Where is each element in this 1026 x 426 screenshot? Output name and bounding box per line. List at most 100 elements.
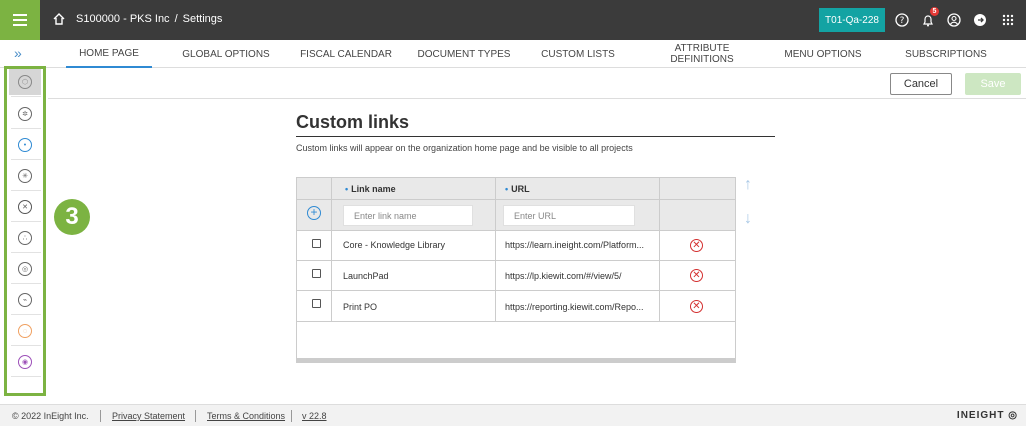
title-divider bbox=[296, 136, 775, 137]
tab-custom-lists[interactable]: CUSTOM LISTS bbox=[532, 40, 624, 68]
row-checkbox[interactable] bbox=[312, 239, 321, 248]
url-cell: https://learn.ineight.com/Platform... bbox=[505, 240, 645, 250]
breadcrumb-org[interactable]: S100000 - PKS Inc bbox=[76, 13, 170, 25]
link-name-cell: LaunchPad bbox=[343, 271, 389, 281]
sidebar-item-10[interactable]: ◉ bbox=[9, 349, 41, 375]
sidebar-item-1[interactable]: ⬡ bbox=[9, 69, 41, 95]
table-row: Print PO https://reporting.kiewit.com/Re… bbox=[297, 291, 735, 322]
top-bar: S100000 - PKS Inc / Settings T01-Qa-228 ? … bbox=[0, 0, 1026, 40]
sidebar-divider bbox=[11, 283, 41, 284]
sidebar-divider bbox=[11, 190, 41, 191]
sidebar-divider bbox=[11, 345, 41, 346]
tab-global-options[interactable]: GLOBAL OPTIONS bbox=[176, 40, 276, 68]
row-checkbox[interactable] bbox=[312, 299, 321, 308]
sidebar-item-2[interactable]: ✲ bbox=[9, 101, 41, 127]
cross-app-icon: ✕ bbox=[18, 200, 32, 214]
layers-app-icon: ◎ bbox=[18, 262, 32, 276]
tab-subscriptions[interactable]: SUBSCRIPTIONS bbox=[896, 40, 996, 68]
sidebar-item-7[interactable]: ◎ bbox=[9, 256, 41, 282]
sidebar-item-4[interactable]: ✳ bbox=[9, 163, 41, 189]
sidebar-divider bbox=[11, 96, 41, 97]
sidebar-item-3[interactable]: • bbox=[9, 132, 41, 158]
grid-header: • Link name • URL bbox=[297, 178, 735, 200]
save-button[interactable]: Save bbox=[965, 73, 1021, 95]
nodes-app-icon: ∴ bbox=[18, 231, 32, 245]
table-row: LaunchPad https://lp.kiewit.com/#/view/5… bbox=[297, 261, 735, 291]
link-name-cell: Core - Knowledge Library bbox=[343, 240, 446, 250]
column-header-url-label: URL bbox=[511, 184, 530, 194]
sidebar-divider bbox=[11, 314, 41, 315]
copyright-text: © 2022 InEight Inc. bbox=[12, 411, 89, 421]
column-divider bbox=[495, 178, 496, 322]
svg-text:?: ? bbox=[900, 16, 905, 26]
breadcrumb: S100000 - PKS Inc / Settings bbox=[76, 13, 222, 25]
action-bar: Cancel Save bbox=[48, 69, 1026, 99]
sidebar-item-9[interactable]: ◌ bbox=[9, 318, 41, 344]
step-number-badge: 3 bbox=[54, 199, 90, 235]
breadcrumb-page: Settings bbox=[182, 13, 223, 25]
row-checkbox[interactable] bbox=[312, 269, 321, 278]
move-up-icon[interactable]: ↑ bbox=[744, 176, 752, 194]
delete-row-icon[interactable]: ✕ bbox=[690, 239, 703, 252]
add-link-icon[interactable]: + bbox=[307, 206, 321, 220]
hamburger-menu-button[interactable] bbox=[0, 0, 40, 40]
cancel-button[interactable]: Cancel bbox=[890, 73, 952, 95]
column-header-url[interactable]: • URL bbox=[505, 178, 530, 200]
column-header-link-name-label: Link name bbox=[351, 184, 396, 194]
footer-separator bbox=[100, 410, 101, 422]
settings-app-icon: ✲ bbox=[18, 107, 32, 121]
sidebar-divider bbox=[11, 128, 41, 129]
privacy-statement-link[interactable]: Privacy Statement bbox=[112, 411, 185, 421]
notifications-icon[interactable]: 5 bbox=[920, 7, 939, 28]
page-description: Custom links will appear on the organiza… bbox=[296, 143, 633, 153]
sidebar-item-8[interactable]: ⌁ bbox=[9, 287, 41, 313]
sidebar-divider bbox=[11, 159, 41, 160]
target-app-icon: • bbox=[18, 138, 32, 152]
app-sidebar: ⬡ ✲ • ✳ ✕ ∴ ◎ ⌁ ◌ ◉ bbox=[4, 66, 46, 396]
table-row: Core - Knowledge Library https://learn.i… bbox=[297, 231, 735, 261]
sign-out-icon[interactable] bbox=[972, 12, 988, 28]
delete-row-icon[interactable]: ✕ bbox=[690, 269, 703, 282]
sidebar-item-5[interactable]: ✕ bbox=[9, 194, 41, 220]
url-cell: https://lp.kiewit.com/#/view/5/ bbox=[505, 271, 622, 281]
globe-app-icon: ◉ bbox=[18, 355, 32, 369]
link-name-input[interactable]: Enter link name bbox=[343, 205, 473, 226]
search-app-icon: ◌ bbox=[18, 324, 32, 338]
custom-links-grid: • Link name • URL + Enter link name Enter … bbox=[296, 177, 736, 363]
footer-separator bbox=[291, 410, 292, 422]
new-link-row: + Enter link name Enter URL bbox=[297, 200, 735, 231]
app-grid-icon[interactable] bbox=[1000, 12, 1016, 28]
url-cell: https://reporting.kiewit.com/Repo... bbox=[505, 302, 644, 312]
brand-text: INEIGHT bbox=[956, 410, 1005, 421]
hexagon-app-icon: ⬡ bbox=[18, 75, 32, 89]
sidebar-divider bbox=[11, 376, 41, 377]
terms-conditions-link[interactable]: Terms & Conditions bbox=[207, 411, 285, 421]
footer-separator bbox=[195, 410, 196, 422]
home-icon[interactable] bbox=[52, 12, 66, 29]
sidebar-item-6[interactable]: ∴ bbox=[9, 225, 41, 251]
version-link[interactable]: v 22.8 bbox=[302, 411, 327, 421]
environment-badge[interactable]: T01-Qa-228 bbox=[819, 8, 885, 32]
tab-home-page[interactable]: HOME PAGE bbox=[66, 40, 152, 68]
page-title: Custom links bbox=[296, 112, 410, 132]
url-input[interactable]: Enter URL bbox=[503, 205, 635, 226]
required-marker: • bbox=[345, 184, 349, 194]
tab-attribute-definitions-line1: ATTRIBUTE bbox=[674, 43, 730, 54]
tab-document-types[interactable]: DOCUMENT TYPES bbox=[416, 40, 512, 68]
sidebar-divider bbox=[11, 221, 41, 222]
footer: © 2022 InEight Inc. Privacy Statement Te… bbox=[0, 404, 1026, 426]
user-icon[interactable] bbox=[946, 12, 962, 28]
tab-fiscal-calendar[interactable]: FISCAL CALENDAR bbox=[296, 40, 396, 68]
required-marker: • bbox=[505, 184, 509, 194]
move-down-icon[interactable]: ↓ bbox=[744, 210, 752, 228]
help-icon[interactable]: ? bbox=[894, 12, 910, 28]
link-name-cell: Print PO bbox=[343, 302, 378, 312]
expand-sidebar-icon[interactable]: » bbox=[14, 46, 22, 60]
tab-menu-options[interactable]: MENU OPTIONS bbox=[780, 40, 866, 68]
delete-row-icon[interactable]: ✕ bbox=[690, 300, 703, 313]
column-divider bbox=[659, 178, 660, 322]
tab-attribute-definitions-line2: DEFINITIONS bbox=[670, 54, 734, 65]
grid-horizontal-scrollbar[interactable] bbox=[297, 358, 735, 362]
column-header-link-name[interactable]: • Link name bbox=[345, 178, 396, 200]
tab-attribute-definitions[interactable]: ATTRIBUTE DEFINITIONS bbox=[660, 40, 744, 68]
